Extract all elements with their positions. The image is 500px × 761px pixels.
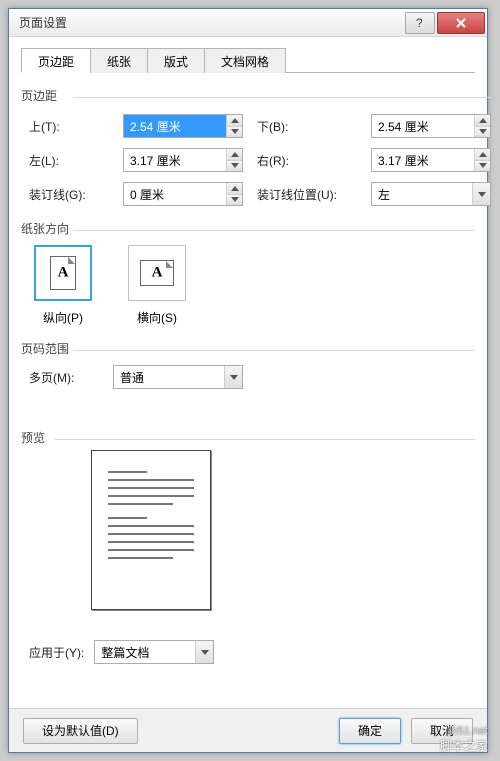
spin-down-icon[interactable]	[475, 127, 490, 138]
chevron-down-icon[interactable]	[224, 366, 242, 388]
preview-page-icon	[91, 450, 211, 610]
bottom-spinner[interactable]	[371, 114, 491, 138]
set-default-button[interactable]: 设为默认值(D)	[23, 718, 138, 744]
orientation-group: 纸张方向 A 纵向(P) A 横向(S)	[21, 220, 475, 326]
spin-up-icon[interactable]	[227, 183, 242, 195]
spin-up-icon[interactable]	[475, 149, 490, 161]
spin-up-icon[interactable]	[227, 149, 242, 161]
multipage-combo[interactable]: 普通	[113, 365, 243, 389]
spin-down-icon[interactable]	[227, 127, 242, 138]
right-label: 右(R):	[257, 152, 357, 169]
margins-group: 页边距 上(T): 下(B): 左(L): 右(R): 装订线(G): 装订线位…	[21, 87, 491, 206]
window-title: 页面设置	[19, 14, 403, 31]
top-spinner[interactable]	[123, 114, 243, 138]
orientation-landscape[interactable]: A 横向(S)	[125, 245, 189, 326]
titlebar: 页面设置 ?	[9, 9, 487, 37]
multipage-value: 普通	[114, 366, 224, 388]
gutter-pos-label: 装订线位置(U):	[257, 186, 357, 203]
apply-to-value: 整篇文档	[95, 641, 195, 663]
left-label: 左(L):	[29, 152, 109, 169]
gutter-input[interactable]	[124, 183, 226, 205]
top-input[interactable]	[124, 115, 226, 137]
right-input[interactable]	[372, 149, 474, 171]
left-input[interactable]	[124, 149, 226, 171]
pages-group: 页码范围 多页(M): 普通	[21, 340, 475, 389]
bottom-label: 下(B):	[257, 118, 357, 135]
bottom-input[interactable]	[372, 115, 474, 137]
portrait-label: 纵向(P)	[31, 309, 95, 326]
close-button[interactable]	[437, 12, 485, 34]
svg-text:?: ?	[416, 17, 423, 29]
top-label: 上(T):	[29, 118, 109, 135]
spin-up-icon[interactable]	[475, 115, 490, 127]
spin-down-icon[interactable]	[227, 195, 242, 206]
help-button[interactable]: ?	[405, 12, 435, 34]
dialog-footer: 设为默认值(D) 确定 取消	[9, 708, 487, 752]
preview-group: 预览	[21, 429, 475, 610]
tab-paper[interactable]: 纸张	[90, 48, 148, 73]
orientation-legend: 纸张方向	[21, 220, 69, 237]
tab-margins[interactable]: 页边距	[21, 48, 91, 73]
right-spinner[interactable]	[371, 148, 491, 172]
portrait-icon: A	[50, 256, 76, 290]
spin-up-icon[interactable]	[227, 115, 242, 127]
left-spinner[interactable]	[123, 148, 243, 172]
tab-grid[interactable]: 文档网格	[204, 48, 286, 73]
spin-down-icon[interactable]	[475, 161, 490, 172]
chevron-down-icon[interactable]	[195, 641, 213, 663]
ok-button[interactable]: 确定	[339, 718, 401, 744]
margins-legend: 页边距	[21, 87, 57, 104]
tab-layout[interactable]: 版式	[147, 48, 205, 73]
cancel-button[interactable]: 取消	[411, 718, 473, 744]
apply-to-combo[interactable]: 整篇文档	[94, 640, 214, 664]
gutter-pos-value: 左	[372, 183, 472, 205]
page-setup-dialog: 页面设置 ? 页边距 纸张 版式 文档网格 页边距 上(T): 下(B): 左(…	[8, 8, 488, 753]
preview-legend: 预览	[21, 429, 45, 446]
landscape-icon: A	[140, 260, 174, 286]
landscape-label: 横向(S)	[125, 309, 189, 326]
chevron-down-icon[interactable]	[472, 183, 490, 205]
multipage-label: 多页(M):	[29, 369, 101, 386]
apply-to-label: 应用于(Y):	[29, 644, 84, 661]
spin-down-icon[interactable]	[227, 161, 242, 172]
pages-legend: 页码范围	[21, 340, 69, 357]
tab-strip: 页边距 纸张 版式 文档网格	[21, 47, 475, 73]
gutter-label: 装订线(G):	[29, 186, 109, 203]
gutter-pos-combo[interactable]: 左	[371, 182, 491, 206]
gutter-spinner[interactable]	[123, 182, 243, 206]
orientation-portrait[interactable]: A 纵向(P)	[31, 245, 95, 326]
